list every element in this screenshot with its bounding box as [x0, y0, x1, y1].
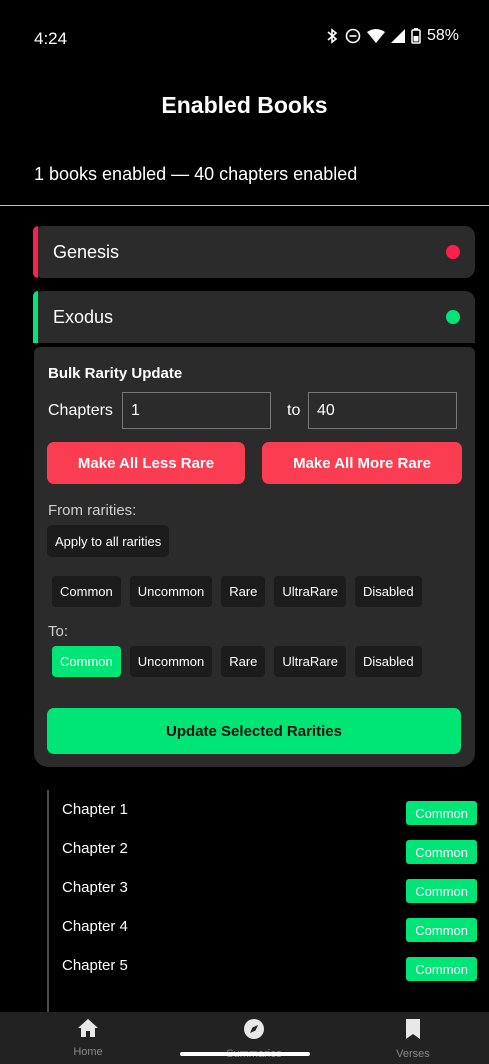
- panel-title: Bulk Rarity Update: [48, 365, 183, 382]
- chapter-row[interactable]: Chapter 4 Common: [49, 912, 477, 942]
- bulk-rarity-panel: Bulk Rarity Update Chapters to Make All …: [34, 347, 475, 767]
- battery-icon: [411, 28, 421, 44]
- status-dot: [446, 310, 460, 324]
- status-icons: 58%: [325, 27, 459, 45]
- wifi-icon: [366, 29, 385, 43]
- chapter-name: Chapter 3: [62, 879, 128, 896]
- chapter-list: Chapter 1 Common Chapter 2 Common Chapte…: [47, 790, 477, 1012]
- chapter-row[interactable]: Chapter 3 Common: [49, 873, 477, 903]
- nav-label: Verses: [396, 1048, 430, 1060]
- signal-icon: [390, 29, 405, 43]
- bluetooth-icon: [325, 28, 339, 44]
- to-chip-ultrarare[interactable]: UltraRare: [274, 646, 347, 677]
- from-chip-uncommon[interactable]: Uncommon: [129, 576, 213, 607]
- to-rarity-chips: Common Uncommon Rare UltraRare Disabled: [52, 646, 422, 677]
- to-chip-common[interactable]: Common: [52, 646, 121, 677]
- compass-icon: [243, 1018, 265, 1045]
- chapter-row[interactable]: Chapter 1 Common: [49, 795, 477, 825]
- make-less-rare-button[interactable]: Make All Less Rare: [47, 442, 245, 484]
- chapter-row[interactable]: Chapter 2 Common: [49, 834, 477, 864]
- nav-label: Home: [73, 1046, 103, 1058]
- do-not-disturb-icon: [345, 28, 361, 44]
- status-bar: 4:24 58%: [0, 0, 489, 70]
- apply-all-rarities-button[interactable]: Apply to all rarities: [47, 525, 170, 557]
- chapter-name: Chapter 1: [62, 801, 128, 818]
- chapter-from-input[interactable]: [122, 392, 271, 429]
- rarity-badge[interactable]: Common: [406, 840, 477, 864]
- make-more-rare-button[interactable]: Make All More Rare: [262, 442, 462, 484]
- from-chip-rare[interactable]: Rare: [221, 576, 266, 607]
- page-title: Enabled Books: [161, 92, 328, 118]
- book-row-exodus[interactable]: Exodus: [33, 291, 475, 343]
- book-row-genesis[interactable]: Genesis: [33, 226, 475, 278]
- nav-home[interactable]: Home: [38, 1018, 138, 1058]
- chapter-to-input[interactable]: [308, 392, 457, 429]
- chapter-name: Chapter 4: [62, 918, 128, 935]
- to-label: to: [287, 402, 301, 419]
- chapters-label: Chapters: [48, 402, 113, 419]
- rarity-badge[interactable]: Common: [406, 918, 477, 942]
- book-accent-bar: [33, 226, 38, 278]
- enabled-summary: 1 books enabled — 40 chapters enabled: [34, 164, 358, 184]
- rarity-badge[interactable]: Common: [406, 879, 477, 903]
- rarity-badge[interactable]: Common: [406, 801, 477, 825]
- nav-verses[interactable]: Verses: [363, 1018, 463, 1060]
- from-chip-ultrarare[interactable]: UltraRare: [274, 576, 347, 607]
- to-chip-uncommon[interactable]: Uncommon: [129, 646, 213, 677]
- rarity-badge[interactable]: Common: [406, 957, 477, 981]
- book-name: Genesis: [53, 241, 120, 262]
- to-chip-disabled[interactable]: Disabled: [355, 646, 422, 677]
- update-rarities-button[interactable]: Update Selected Rarities: [47, 708, 461, 754]
- to-section-label: To:: [48, 623, 69, 640]
- from-rarities-label: From rarities:: [48, 502, 137, 519]
- status-dot: [446, 245, 460, 259]
- book-name: Exodus: [53, 306, 114, 327]
- chapter-row[interactable]: Chapter 5 Common: [49, 951, 477, 981]
- from-rarity-chips: Common Uncommon Rare UltraRare Disabled: [52, 576, 422, 607]
- home-icon: [77, 1018, 99, 1043]
- from-chip-disabled[interactable]: Disabled: [355, 576, 422, 607]
- chapter-name: Chapter 5: [62, 957, 128, 974]
- book-accent-bar: [33, 291, 38, 343]
- from-chip-common[interactable]: Common: [52, 576, 121, 607]
- battery-percent: 58%: [426, 27, 459, 44]
- home-indicator[interactable]: [180, 1052, 310, 1056]
- status-time: 4:24: [34, 29, 68, 48]
- to-chip-rare[interactable]: Rare: [221, 646, 266, 677]
- header-divider: [0, 205, 489, 206]
- bottom-nav: Home Summaries Verses: [0, 1012, 489, 1064]
- chapter-name: Chapter 2: [62, 840, 128, 857]
- bookmark-icon: [405, 1018, 421, 1045]
